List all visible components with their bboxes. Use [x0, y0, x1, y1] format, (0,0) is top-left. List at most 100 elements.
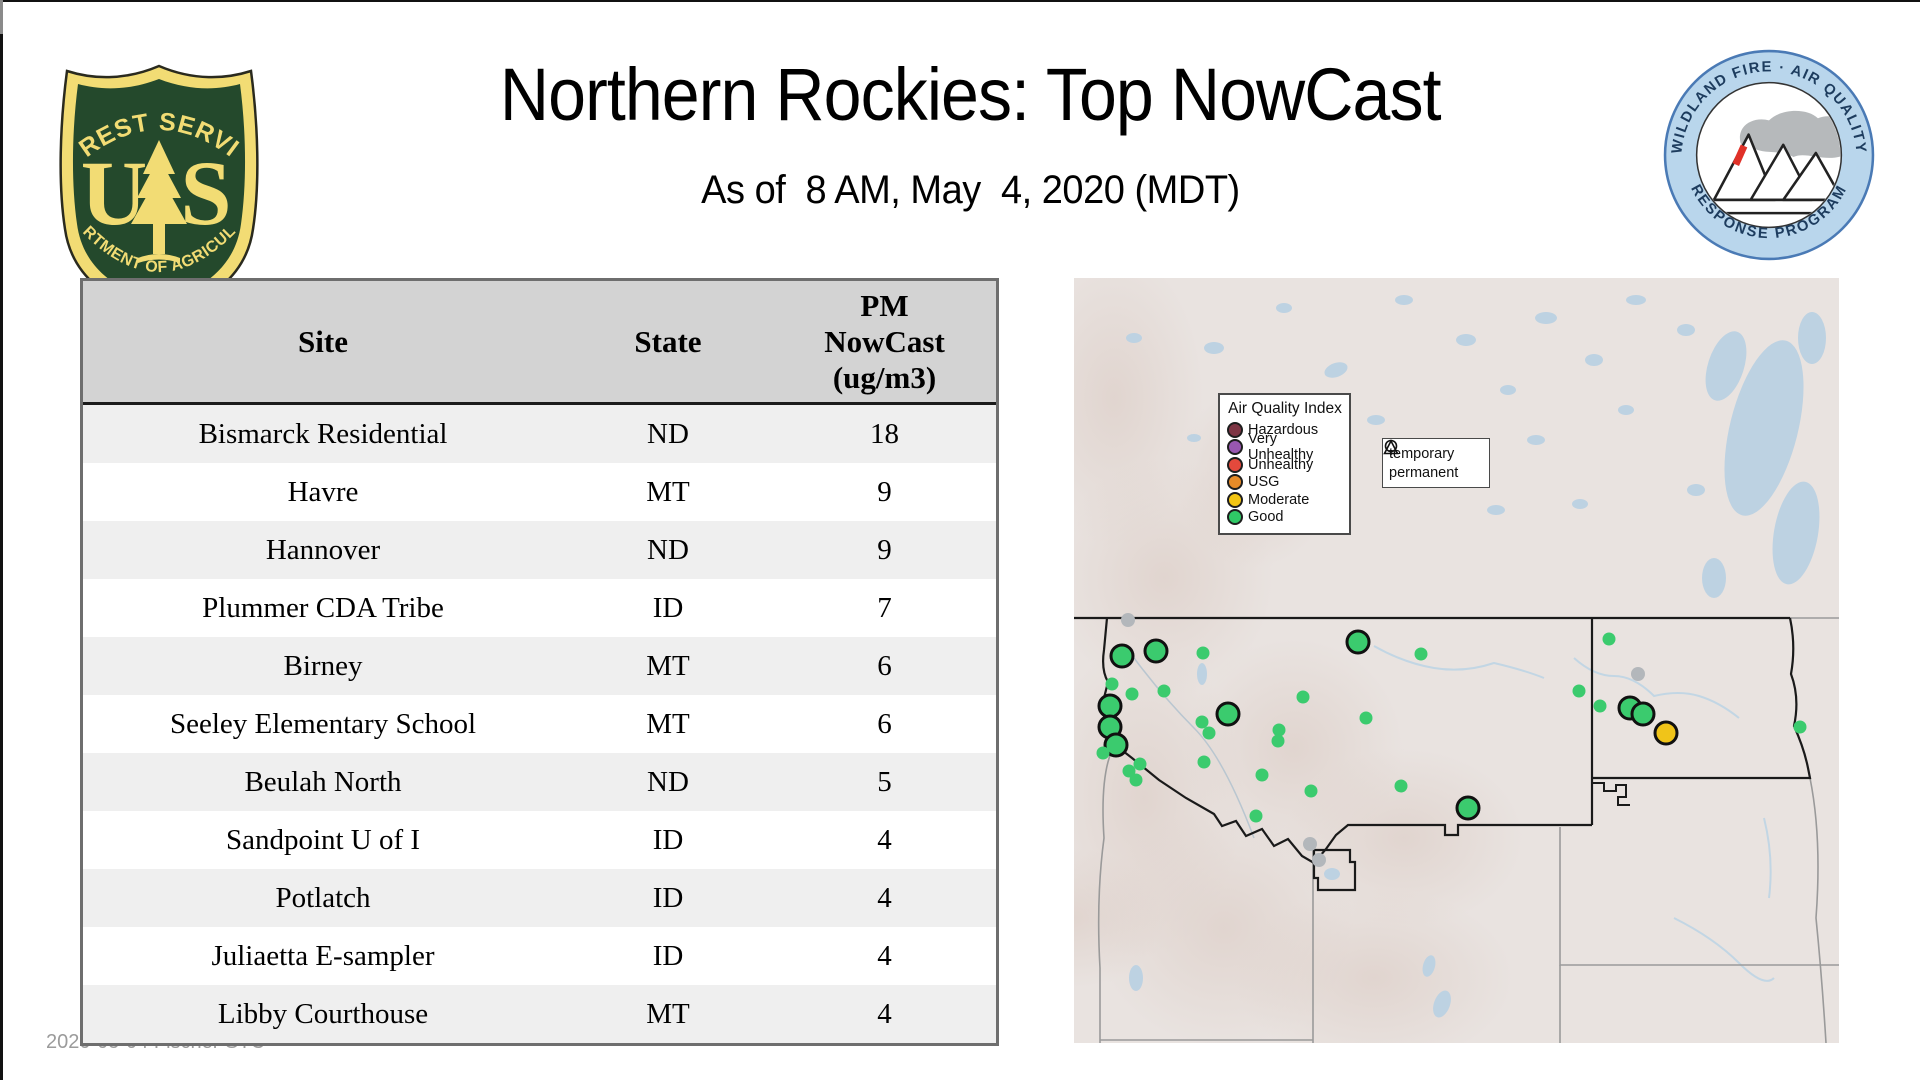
monitor-marker-good[interactable] — [1632, 703, 1654, 725]
value-cell: 4 — [773, 998, 996, 1031]
aqi-legend-item: Moderate — [1227, 491, 1343, 509]
state-cell: ID — [563, 940, 773, 973]
state-cell: ID — [563, 824, 773, 857]
site-cell: Sandpoint U of I — [83, 824, 563, 857]
table-header-row: Site State PM NowCast (ug/m3) — [83, 281, 996, 405]
table-row: Plummer CDA TribeID7 — [83, 579, 996, 637]
aqi-legend-title: Air Quality Index — [1227, 400, 1343, 418]
value-cell: 7 — [773, 592, 996, 625]
monitor-marker-good[interactable] — [1203, 727, 1216, 740]
table-row: HavreMT9 — [83, 463, 996, 521]
monitor-marker-good[interactable] — [1794, 721, 1807, 734]
slide: FOREST SERVICE U S DEPARTMENT OF AGRICUL… — [0, 0, 1920, 1080]
monitor-marker-good[interactable] — [1415, 648, 1428, 661]
table-row: Beulah NorthND5 — [83, 753, 996, 811]
site-cell: Bismarck Residential — [83, 418, 563, 451]
monitor-marker-good[interactable] — [1217, 703, 1239, 725]
monitor-marker-inactive[interactable] — [1312, 853, 1326, 867]
site-cell: Seeley Elementary School — [83, 708, 563, 741]
monitor-marker-good[interactable] — [1297, 691, 1310, 704]
monitor-marker-good[interactable] — [1196, 716, 1209, 729]
aqi-color-dot-icon — [1227, 422, 1243, 438]
table-row: Seeley Elementary SchoolMT6 — [83, 695, 996, 753]
monitor-marker-good[interactable] — [1198, 756, 1211, 769]
column-header-pm-nowcast: PM NowCast (ug/m3) — [773, 288, 996, 396]
state-cell: ID — [563, 592, 773, 625]
column-header-state: State — [563, 324, 773, 360]
table-row: PotlatchID4 — [83, 869, 996, 927]
monitor-marker-good[interactable] — [1145, 640, 1167, 662]
value-cell: 6 — [773, 708, 996, 741]
state-cell: MT — [563, 708, 773, 741]
monitor-marker-inactive[interactable] — [1303, 837, 1317, 851]
state-cell: ID — [563, 882, 773, 915]
monitor-marker-good[interactable] — [1305, 785, 1318, 798]
aqi-color-dot-icon — [1227, 509, 1243, 525]
state-cell: ND — [563, 534, 773, 567]
legend-row-temporary: temporary — [1389, 444, 1485, 463]
monitor-marker-good[interactable] — [1130, 774, 1143, 787]
monitor-marker-moderate[interactable] — [1655, 722, 1677, 744]
state-cell: MT — [563, 476, 773, 509]
value-cell: 6 — [773, 650, 996, 683]
aqi-color-dot-icon — [1227, 439, 1243, 455]
page-title: Northern Rockies: Top NowCast — [500, 52, 1441, 137]
monitor-marker-good[interactable] — [1273, 724, 1286, 737]
monitor-marker-good[interactable] — [1097, 747, 1110, 760]
monitor-marker-good[interactable] — [1256, 769, 1269, 782]
window-left-edge — [0, 0, 3, 1080]
monitor-marker-good[interactable] — [1158, 685, 1171, 698]
state-cell: ND — [563, 418, 773, 451]
column-header-site: Site — [83, 324, 563, 360]
site-cell: Beulah North — [83, 766, 563, 799]
value-cell: 9 — [773, 476, 996, 509]
value-cell: 4 — [773, 940, 996, 973]
map-canvas — [1074, 278, 1839, 1043]
aqi-color-dot-icon — [1227, 474, 1243, 490]
window-corner — [0, 0, 3, 34]
site-cell: Juliaetta E-sampler — [83, 940, 563, 973]
table-row: Libby CourthouseMT4 — [83, 985, 996, 1043]
state-cell: ND — [563, 766, 773, 799]
monitor-marker-good[interactable] — [1106, 678, 1119, 691]
monitor-marker-good[interactable] — [1134, 758, 1147, 771]
monitor-marker-good[interactable] — [1594, 700, 1607, 713]
table-row: Juliaetta E-samplerID4 — [83, 927, 996, 985]
monitor-marker-good[interactable] — [1272, 735, 1285, 748]
monitor-marker-good[interactable] — [1457, 797, 1479, 819]
site-cell: Havre — [83, 476, 563, 509]
site-cell: Hannover — [83, 534, 563, 567]
value-cell: 18 — [773, 418, 996, 451]
monitor-marker-inactive[interactable] — [1121, 613, 1135, 627]
monitor-marker-good[interactable] — [1347, 631, 1369, 653]
value-cell: 9 — [773, 534, 996, 567]
monitor-marker-good[interactable] — [1603, 633, 1616, 646]
monitor-marker-good[interactable] — [1099, 695, 1121, 717]
monitor-marker-good[interactable] — [1250, 810, 1263, 823]
site-cell: Plummer CDA Tribe — [83, 592, 563, 625]
table-row: HannoverND9 — [83, 521, 996, 579]
site-cell: Potlatch — [83, 882, 563, 915]
monitor-marker-inactive[interactable] — [1631, 667, 1645, 681]
site-cell: Birney — [83, 650, 563, 683]
aqi-monitor-map: Air Quality Index HazardousVery Unhealth… — [1074, 278, 1839, 1043]
window-top-edge — [0, 0, 1920, 2]
aqi-legend-item: USG — [1227, 474, 1343, 492]
site-cell: Libby Courthouse — [83, 998, 563, 1031]
monitor-marker-good[interactable] — [1395, 780, 1408, 793]
symbol-legend: temporary permanent — [1382, 438, 1490, 488]
nowcast-table: Site State PM NowCast (ug/m3) Bismarck R… — [80, 278, 999, 1046]
monitor-marker-good[interactable] — [1360, 712, 1373, 725]
state-cell: MT — [563, 998, 773, 1031]
monitor-marker-good[interactable] — [1111, 645, 1133, 667]
table-row: Sandpoint U of IID4 — [83, 811, 996, 869]
monitor-marker-good[interactable] — [1573, 685, 1586, 698]
permanent-triangle-icon — [1383, 439, 1399, 455]
monitor-marker-good[interactable] — [1126, 688, 1139, 701]
aqi-color-dot-icon — [1227, 492, 1243, 508]
value-cell: 4 — [773, 882, 996, 915]
monitor-marker-good[interactable] — [1197, 647, 1210, 660]
legend-row-permanent: permanent — [1389, 463, 1485, 482]
value-cell: 4 — [773, 824, 996, 857]
wfaqrp-circle-icon: WILDLAND FIRE · AIR QUALITY RESPONSE PRO… — [1663, 49, 1875, 261]
